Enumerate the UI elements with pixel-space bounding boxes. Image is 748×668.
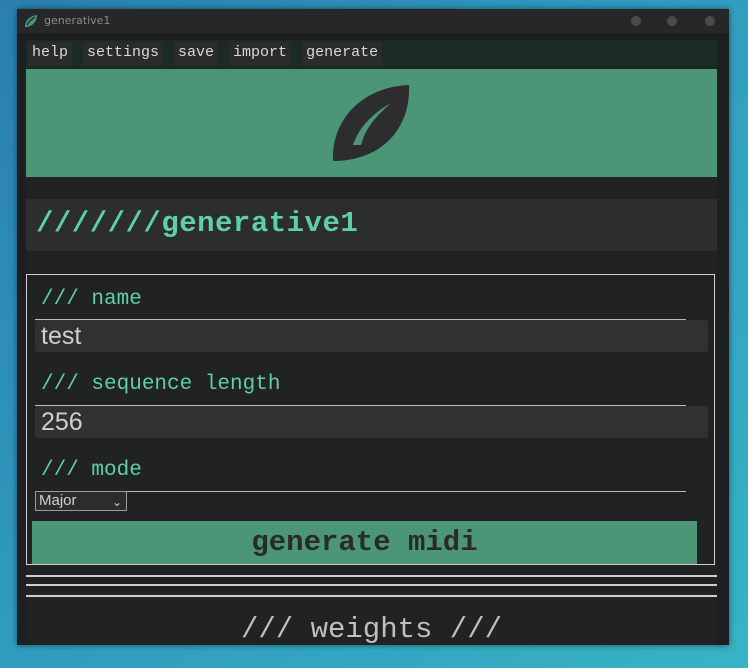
- sequence-length-input[interactable]: 256: [35, 406, 708, 438]
- generate-midi-button[interactable]: generate midi: [32, 521, 697, 564]
- minimize-button[interactable]: [631, 16, 641, 26]
- divider: [26, 584, 717, 586]
- menu-help[interactable]: help: [28, 42, 73, 66]
- app-window: generative1 help settings save import ge…: [17, 9, 729, 645]
- title-bar[interactable]: generative1: [17, 9, 729, 33]
- mode-select[interactable]: Major ⌄: [35, 491, 127, 511]
- window-title: generative1: [44, 14, 111, 27]
- name-input[interactable]: test: [35, 320, 708, 352]
- page-title: ///////generative1: [36, 207, 359, 240]
- mode-label: /// mode: [41, 459, 142, 482]
- menu-settings[interactable]: settings: [83, 42, 164, 66]
- menu-save[interactable]: save: [174, 42, 219, 66]
- app-content: help settings save import generate /////…: [26, 40, 717, 645]
- sequence-length-label: /// sequence length: [41, 373, 281, 396]
- page-header: ///////generative1: [26, 199, 717, 251]
- generator-form: /// name test /// sequence length 256 //…: [26, 274, 715, 565]
- leaf-icon: [332, 85, 410, 161]
- divider: [26, 595, 717, 597]
- chevron-down-icon: ⌄: [111, 495, 122, 509]
- maximize-button[interactable]: [667, 16, 677, 26]
- close-button[interactable]: [705, 16, 715, 26]
- leaf-icon: [25, 15, 37, 27]
- divider: [35, 491, 686, 492]
- name-label: /// name: [41, 288, 142, 311]
- menu-import[interactable]: import: [229, 42, 292, 66]
- menu-bar: help settings save import generate: [26, 40, 717, 68]
- menu-generate[interactable]: generate: [302, 42, 383, 66]
- banner: [26, 69, 717, 177]
- weights-heading: /// weights ///: [240, 613, 503, 645]
- divider: [26, 575, 717, 577]
- mode-selected-value: Major: [39, 492, 77, 509]
